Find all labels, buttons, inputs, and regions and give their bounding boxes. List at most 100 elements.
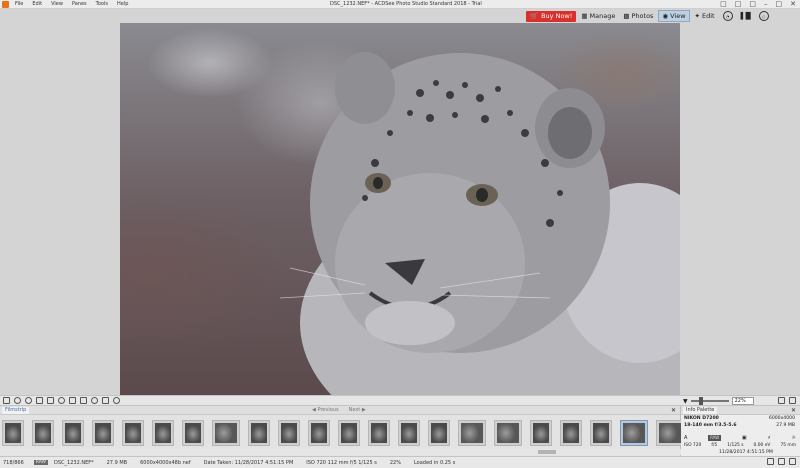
info-palette-tab[interactable]: Info Palette bbox=[683, 407, 718, 414]
thumbnail-image bbox=[371, 423, 387, 443]
magnifier-icon[interactable] bbox=[778, 397, 785, 404]
filmstrip-thumbnail[interactable] bbox=[530, 420, 552, 446]
filmstrip-nav: ◀ Previous Next ▶ bbox=[312, 407, 366, 414]
layout-icon[interactable]: □ bbox=[749, 0, 756, 9]
aperture-value: f/5 bbox=[711, 443, 718, 448]
compare-icon[interactable] bbox=[102, 397, 109, 404]
actual-size-icon[interactable] bbox=[80, 397, 87, 404]
select-icon[interactable] bbox=[47, 397, 54, 404]
tools-icon: ✦ bbox=[694, 12, 700, 20]
filmstrip-thumbnail[interactable] bbox=[368, 420, 390, 446]
statistics-button[interactable]: ▌█ bbox=[738, 10, 754, 22]
zoom-icon[interactable] bbox=[58, 397, 65, 404]
image-viewer[interactable] bbox=[0, 23, 800, 395]
buy-now-button[interactable]: 🛒 Buy Now! bbox=[526, 10, 577, 22]
viewer-tools-left bbox=[3, 397, 120, 404]
full-screen-icon[interactable] bbox=[789, 458, 796, 465]
eye-icon: ◉ bbox=[662, 12, 669, 20]
maximize-icon[interactable]: □ bbox=[776, 0, 783, 9]
pan-icon[interactable] bbox=[36, 397, 43, 404]
scrollbar-thumb[interactable] bbox=[538, 450, 556, 454]
filmstrip-thumbnail[interactable] bbox=[62, 420, 84, 446]
menu-edit[interactable]: Edit bbox=[32, 1, 42, 8]
menu-panes[interactable]: Panes bbox=[72, 1, 87, 8]
filmstrip-thumbnail[interactable] bbox=[182, 420, 204, 446]
minimize-icon[interactable]: – bbox=[764, 0, 768, 9]
image-dimensions: 6000x4000 bbox=[768, 416, 795, 421]
layout-icon[interactable]: □ bbox=[720, 0, 727, 9]
filmstrip-thumbnails bbox=[0, 418, 681, 448]
thumbnail-image bbox=[659, 423, 681, 443]
filmstrip-thumbnail[interactable] bbox=[338, 420, 360, 446]
white-balance-icon: ☼ bbox=[791, 435, 796, 441]
view-mode-button[interactable]: ◉ View bbox=[658, 10, 690, 22]
menu-tools[interactable]: Tools bbox=[96, 1, 108, 8]
status-loaded: Loaded in 0.25 s bbox=[413, 459, 456, 466]
status-icons bbox=[767, 458, 796, 465]
previous-button[interactable]: ◀ Previous bbox=[312, 407, 339, 414]
filmstrip-thumbnail[interactable] bbox=[248, 420, 270, 446]
settings-icon[interactable] bbox=[91, 397, 98, 404]
filmstrip-thumbnail[interactable] bbox=[620, 420, 648, 446]
filmstrip-thumbnail[interactable] bbox=[494, 420, 522, 446]
filmstrip-thumbnail[interactable] bbox=[122, 420, 144, 446]
manage-mode-button[interactable]: ▦ Manage bbox=[578, 10, 618, 22]
online-button[interactable]: ○ bbox=[756, 10, 772, 22]
app-logo-icon bbox=[2, 1, 9, 8]
filmstrip-thumbnail[interactable] bbox=[590, 420, 612, 446]
exif-values: ISO 720 f/5 1/125 s 0.00 eV 75 mm bbox=[684, 443, 796, 448]
rotate-left-icon[interactable] bbox=[14, 397, 21, 404]
filmstrip-thumbnail[interactable] bbox=[152, 420, 174, 446]
photos-mode-button[interactable]: ▩ Photos bbox=[620, 10, 656, 22]
close-icon[interactable]: ✕ bbox=[671, 406, 676, 415]
grid-icon: ▦ bbox=[581, 12, 588, 20]
close-icon[interactable]: ✕ bbox=[790, 0, 796, 9]
menu-view[interactable]: View bbox=[51, 1, 63, 8]
filmstrip-thumbnail[interactable] bbox=[458, 420, 486, 446]
save-icon[interactable] bbox=[3, 397, 10, 404]
navigator-icon[interactable] bbox=[789, 397, 796, 404]
thumbnail-image bbox=[95, 423, 111, 443]
filmstrip-thumbnail[interactable] bbox=[428, 420, 450, 446]
viewer-toolbar: ▼ 22% bbox=[0, 395, 800, 406]
slideshow-icon[interactable] bbox=[113, 397, 120, 404]
filmstrip-thumbnail[interactable] bbox=[32, 420, 54, 446]
chevron-down-icon[interactable]: ▼ bbox=[683, 398, 688, 405]
zoom-slider[interactable] bbox=[690, 397, 729, 405]
rotate-right-icon[interactable] bbox=[25, 397, 32, 404]
filmstrip-thumbnail[interactable] bbox=[92, 420, 114, 446]
filmstrip-thumbnail[interactable] bbox=[656, 420, 681, 446]
filmstrip-thumbnail[interactable] bbox=[308, 420, 330, 446]
dashboard-mode-button[interactable]: ◔ bbox=[720, 10, 736, 22]
filmstrip-thumbnail[interactable] bbox=[560, 420, 582, 446]
shutter-value: 1/125 s bbox=[727, 443, 744, 448]
menu-help[interactable]: Help bbox=[117, 1, 128, 8]
thumbnail-image bbox=[65, 423, 81, 443]
status-exif: ISO 720 112 mm f/5 1/125 s bbox=[306, 459, 377, 466]
photo-snow-leopard[interactable] bbox=[120, 23, 680, 395]
filmstrip-thumbnail[interactable] bbox=[2, 420, 24, 446]
filmstrip-thumbnail[interactable] bbox=[398, 420, 420, 446]
filmstrip-header: Filmstrip ◀ Previous Next ▶ ✕ bbox=[0, 406, 680, 415]
date-taken: 11/28/2017 4:51:15 PM bbox=[719, 450, 773, 455]
zoom-slider-thumb[interactable] bbox=[698, 397, 703, 405]
layout-icon[interactable]: □ bbox=[735, 0, 742, 9]
menu-file[interactable]: File bbox=[15, 1, 23, 8]
next-button[interactable]: Next ▶ bbox=[349, 407, 366, 414]
layout-icon[interactable] bbox=[778, 458, 785, 465]
close-icon[interactable]: ✕ bbox=[791, 406, 796, 415]
fit-icon[interactable] bbox=[69, 397, 76, 404]
status-bar: 718/866 RAW DSC_1232.NEF* 27.9 MB 6000x4… bbox=[0, 456, 800, 468]
filmstrip-thumbnail[interactable] bbox=[278, 420, 300, 446]
iso-value: ISO 720 bbox=[684, 443, 702, 448]
filmstrip-tab[interactable]: Filmstrip bbox=[2, 407, 30, 414]
title-bar: File Edit View Panes Tools Help DSC_1232… bbox=[0, 0, 800, 9]
filmstrip-scrollbar[interactable] bbox=[0, 449, 681, 455]
edit-mode-button[interactable]: ✦ Edit bbox=[692, 10, 718, 22]
filmstrip-pane: Filmstrip ◀ Previous Next ▶ ✕ bbox=[0, 406, 681, 456]
image-position: 718/866 bbox=[3, 459, 24, 466]
edit-label: Edit bbox=[702, 12, 715, 20]
zoom-value[interactable]: 22% bbox=[731, 397, 754, 405]
edit-icon[interactable] bbox=[767, 458, 774, 465]
filmstrip-thumbnail[interactable] bbox=[212, 420, 240, 446]
